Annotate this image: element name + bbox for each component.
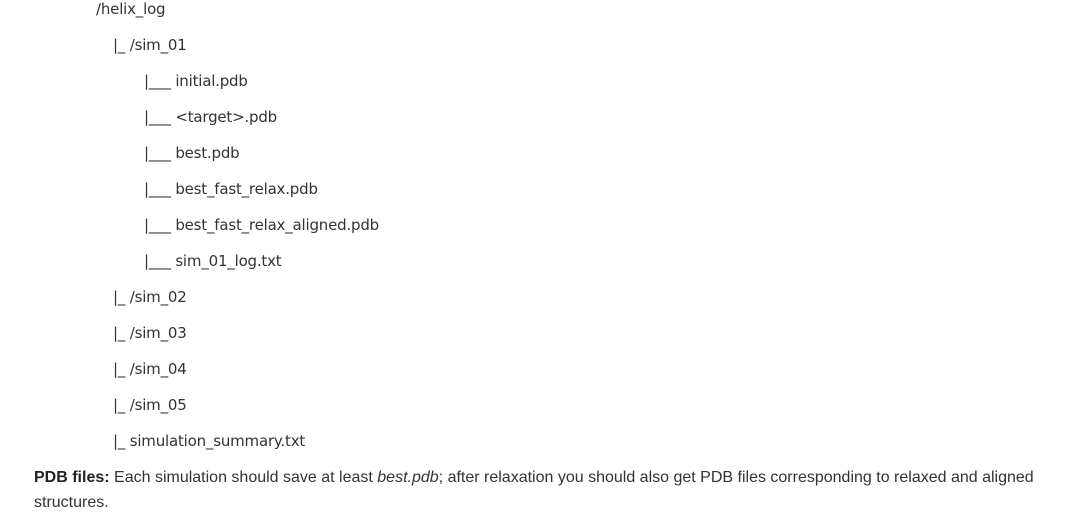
tree-dir-sim-05: |_ /sim_05 — [113, 396, 187, 414]
tree-file: |___ sim_01_log.txt — [144, 252, 282, 270]
tree-dir-sim-04: |_ /sim_04 — [113, 360, 187, 378]
paragraph-emphasis: best.pdb — [377, 469, 439, 486]
tree-file: |___ best.pdb — [144, 144, 240, 162]
tree-summary-file: |_ simulation_summary.txt — [113, 432, 306, 450]
pdb-files-paragraph: PDB files: Each simulation should save a… — [34, 465, 1044, 515]
paragraph-text: Each simulation should save at least — [109, 469, 378, 486]
tree-file: |___ initial.pdb — [144, 72, 248, 90]
tree-dir-sim-01: |_ /sim_01 — [113, 36, 187, 54]
tree-dir-sim-03: |_ /sim_03 — [113, 324, 187, 342]
tree-dir-sim-02: |_ /sim_02 — [113, 288, 187, 306]
tree-file: |___ best_fast_relax.pdb — [144, 180, 318, 198]
tree-file: |___ best_fast_relax_aligned.pdb — [144, 216, 379, 234]
tree-file: |___ <target>.pdb — [144, 108, 277, 126]
tree-root: /helix_log — [96, 0, 166, 18]
paragraph-label: PDB files: — [34, 469, 110, 486]
